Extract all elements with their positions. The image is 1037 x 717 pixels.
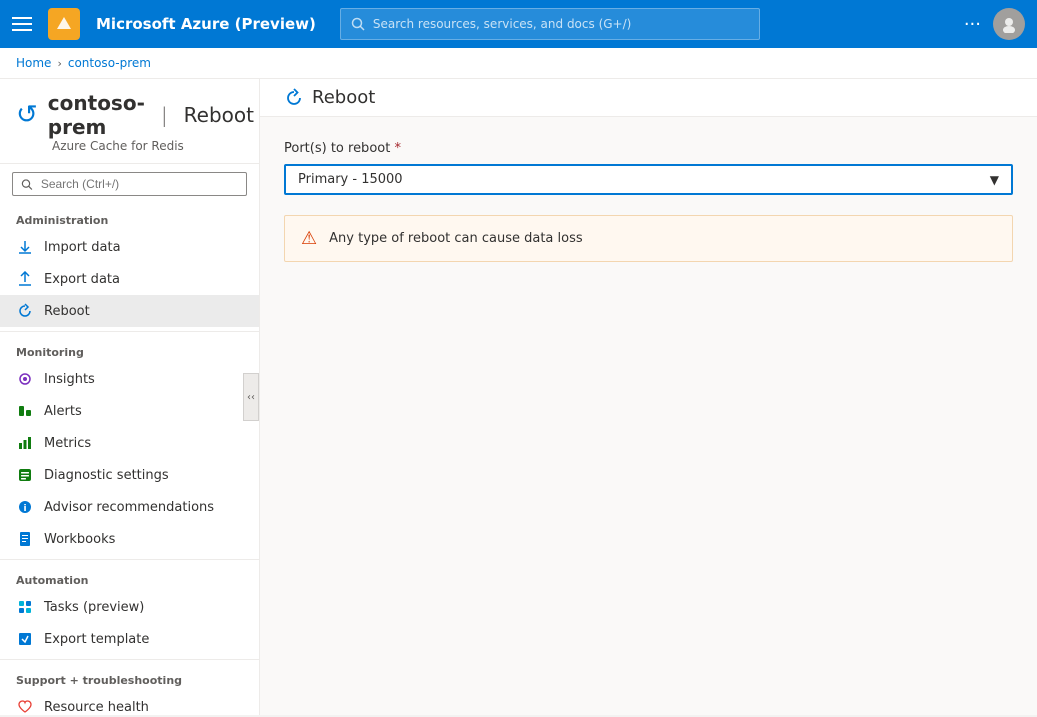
export-data-label: Export data [44,272,120,287]
content-title: Reboot [312,87,375,108]
export-template-icon [16,630,34,648]
top-navigation: Microsoft Azure (Preview) Search resourc… [0,0,1037,48]
resource-subtitle: Azure Cache for Redis [16,139,243,163]
main-layout: ↺ contoso-prem | Reboot ☆ ··· ✕ Azure Ca… [0,79,1037,715]
sidebar-item-insights[interactable]: Insights [0,363,259,395]
diagnostic-settings-label: Diagnostic settings [44,468,169,483]
sidebar: ↺ contoso-prem | Reboot ☆ ··· ✕ Azure Ca… [0,79,260,715]
insights-label: Insights [44,372,95,387]
import-data-icon [16,238,34,256]
sidebar-item-import-data[interactable]: Import data [0,231,259,263]
sidebar-item-export-data[interactable]: Export data [0,263,259,295]
divider-3 [0,659,259,660]
topnav-more-button[interactable]: ··· [964,14,981,35]
global-search[interactable]: Search resources, services, and docs (G+… [340,8,760,40]
required-marker: * [394,141,401,156]
sidebar-item-tasks[interactable]: Tasks (preview) [0,591,259,623]
search-placeholder: Search resources, services, and docs (G+… [373,17,631,31]
sidebar-scroll-area: Administration Import data Export data R… [0,204,259,715]
metrics-icon [16,434,34,452]
section-label-support: Support + troubleshooting [0,664,259,691]
advisor-label: Advisor recommendations [44,500,214,515]
user-avatar[interactable] [993,8,1025,40]
main-content: Reboot Port(s) to reboot * Primary - 150… [260,79,1037,715]
sidebar-item-resource-health[interactable]: Resource health [0,691,259,715]
reboot-icon [16,302,34,320]
tasks-label: Tasks (preview) [44,600,144,615]
export-template-label: Export template [44,632,149,647]
topnav-right: ··· [964,8,1025,40]
app-title: Microsoft Azure (Preview) [96,15,316,33]
metrics-label: Metrics [44,436,91,451]
content-header: Reboot [260,79,1037,117]
alerts-label: Alerts [44,404,82,419]
ports-dropdown[interactable]: Primary - 15000 ▼ [284,164,1013,195]
content-body: Port(s) to reboot * Primary - 15000 ▼ ⚠ … [260,117,1037,715]
sidebar-item-alerts[interactable]: Alerts [0,395,259,427]
resource-type-icon: ↺ [16,100,38,130]
tasks-icon [16,598,34,616]
breadcrumb-home[interactable]: Home [16,56,51,70]
warning-box: ⚠ Any type of reboot can cause data loss [284,215,1013,262]
section-label-monitoring: Monitoring [0,336,259,363]
sidebar-item-diagnostic-settings[interactable]: Diagnostic settings [0,459,259,491]
breadcrumb: Home › contoso-prem [0,48,1037,79]
divider-1 [0,331,259,332]
sidebar-item-export-template[interactable]: Export template [0,623,259,655]
section-label-administration: Administration [0,204,259,231]
advisor-icon: i [16,498,34,516]
section-label-automation: Automation [0,564,259,591]
breadcrumb-chevron: › [57,57,61,70]
content-title-area: Reboot [284,87,375,116]
dropdown-value: Primary - 15000 [298,172,403,187]
hamburger-menu[interactable] [12,12,36,36]
resource-header: ↺ contoso-prem | Reboot ☆ ··· ✕ [16,79,243,139]
svg-text:i: i [23,504,26,514]
port-label: Port(s) to reboot * [284,141,1013,156]
resource-health-icon [16,698,34,715]
resource-name: contoso-prem [48,91,145,139]
breadcrumb-resource[interactable]: contoso-prem [68,56,151,70]
insights-icon [16,370,34,388]
diagnostic-settings-icon [16,466,34,484]
workbooks-label: Workbooks [44,532,115,547]
resource-current-page: Reboot [184,103,254,127]
sidebar-item-reboot[interactable]: Reboot [0,295,259,327]
import-data-label: Import data [44,240,121,255]
alerts-icon [16,402,34,420]
sidebar-search-container[interactable] [12,172,247,196]
sidebar-collapse-button[interactable]: ‹‹ [243,373,259,421]
sidebar-item-workbooks[interactable]: Workbooks [0,523,259,555]
divider-2 [0,559,259,560]
sidebar-search-input[interactable] [41,177,238,191]
resource-health-label: Resource health [44,700,149,715]
sidebar-item-metrics[interactable]: Metrics [0,427,259,459]
dropdown-arrow-icon: ▼ [990,173,999,187]
resource-header-section: ↺ contoso-prem | Reboot ☆ ··· ✕ Azure Ca… [0,79,259,164]
warning-text: Any type of reboot can cause data loss [329,231,583,246]
reboot-label: Reboot [44,304,90,319]
reboot-header-icon [284,88,304,108]
workbooks-icon [16,530,34,548]
sidebar-item-advisor-recommendations[interactable]: i Advisor recommendations [0,491,259,523]
warning-icon: ⚠ [301,228,317,249]
export-data-icon [16,270,34,288]
azure-icon [48,8,80,40]
